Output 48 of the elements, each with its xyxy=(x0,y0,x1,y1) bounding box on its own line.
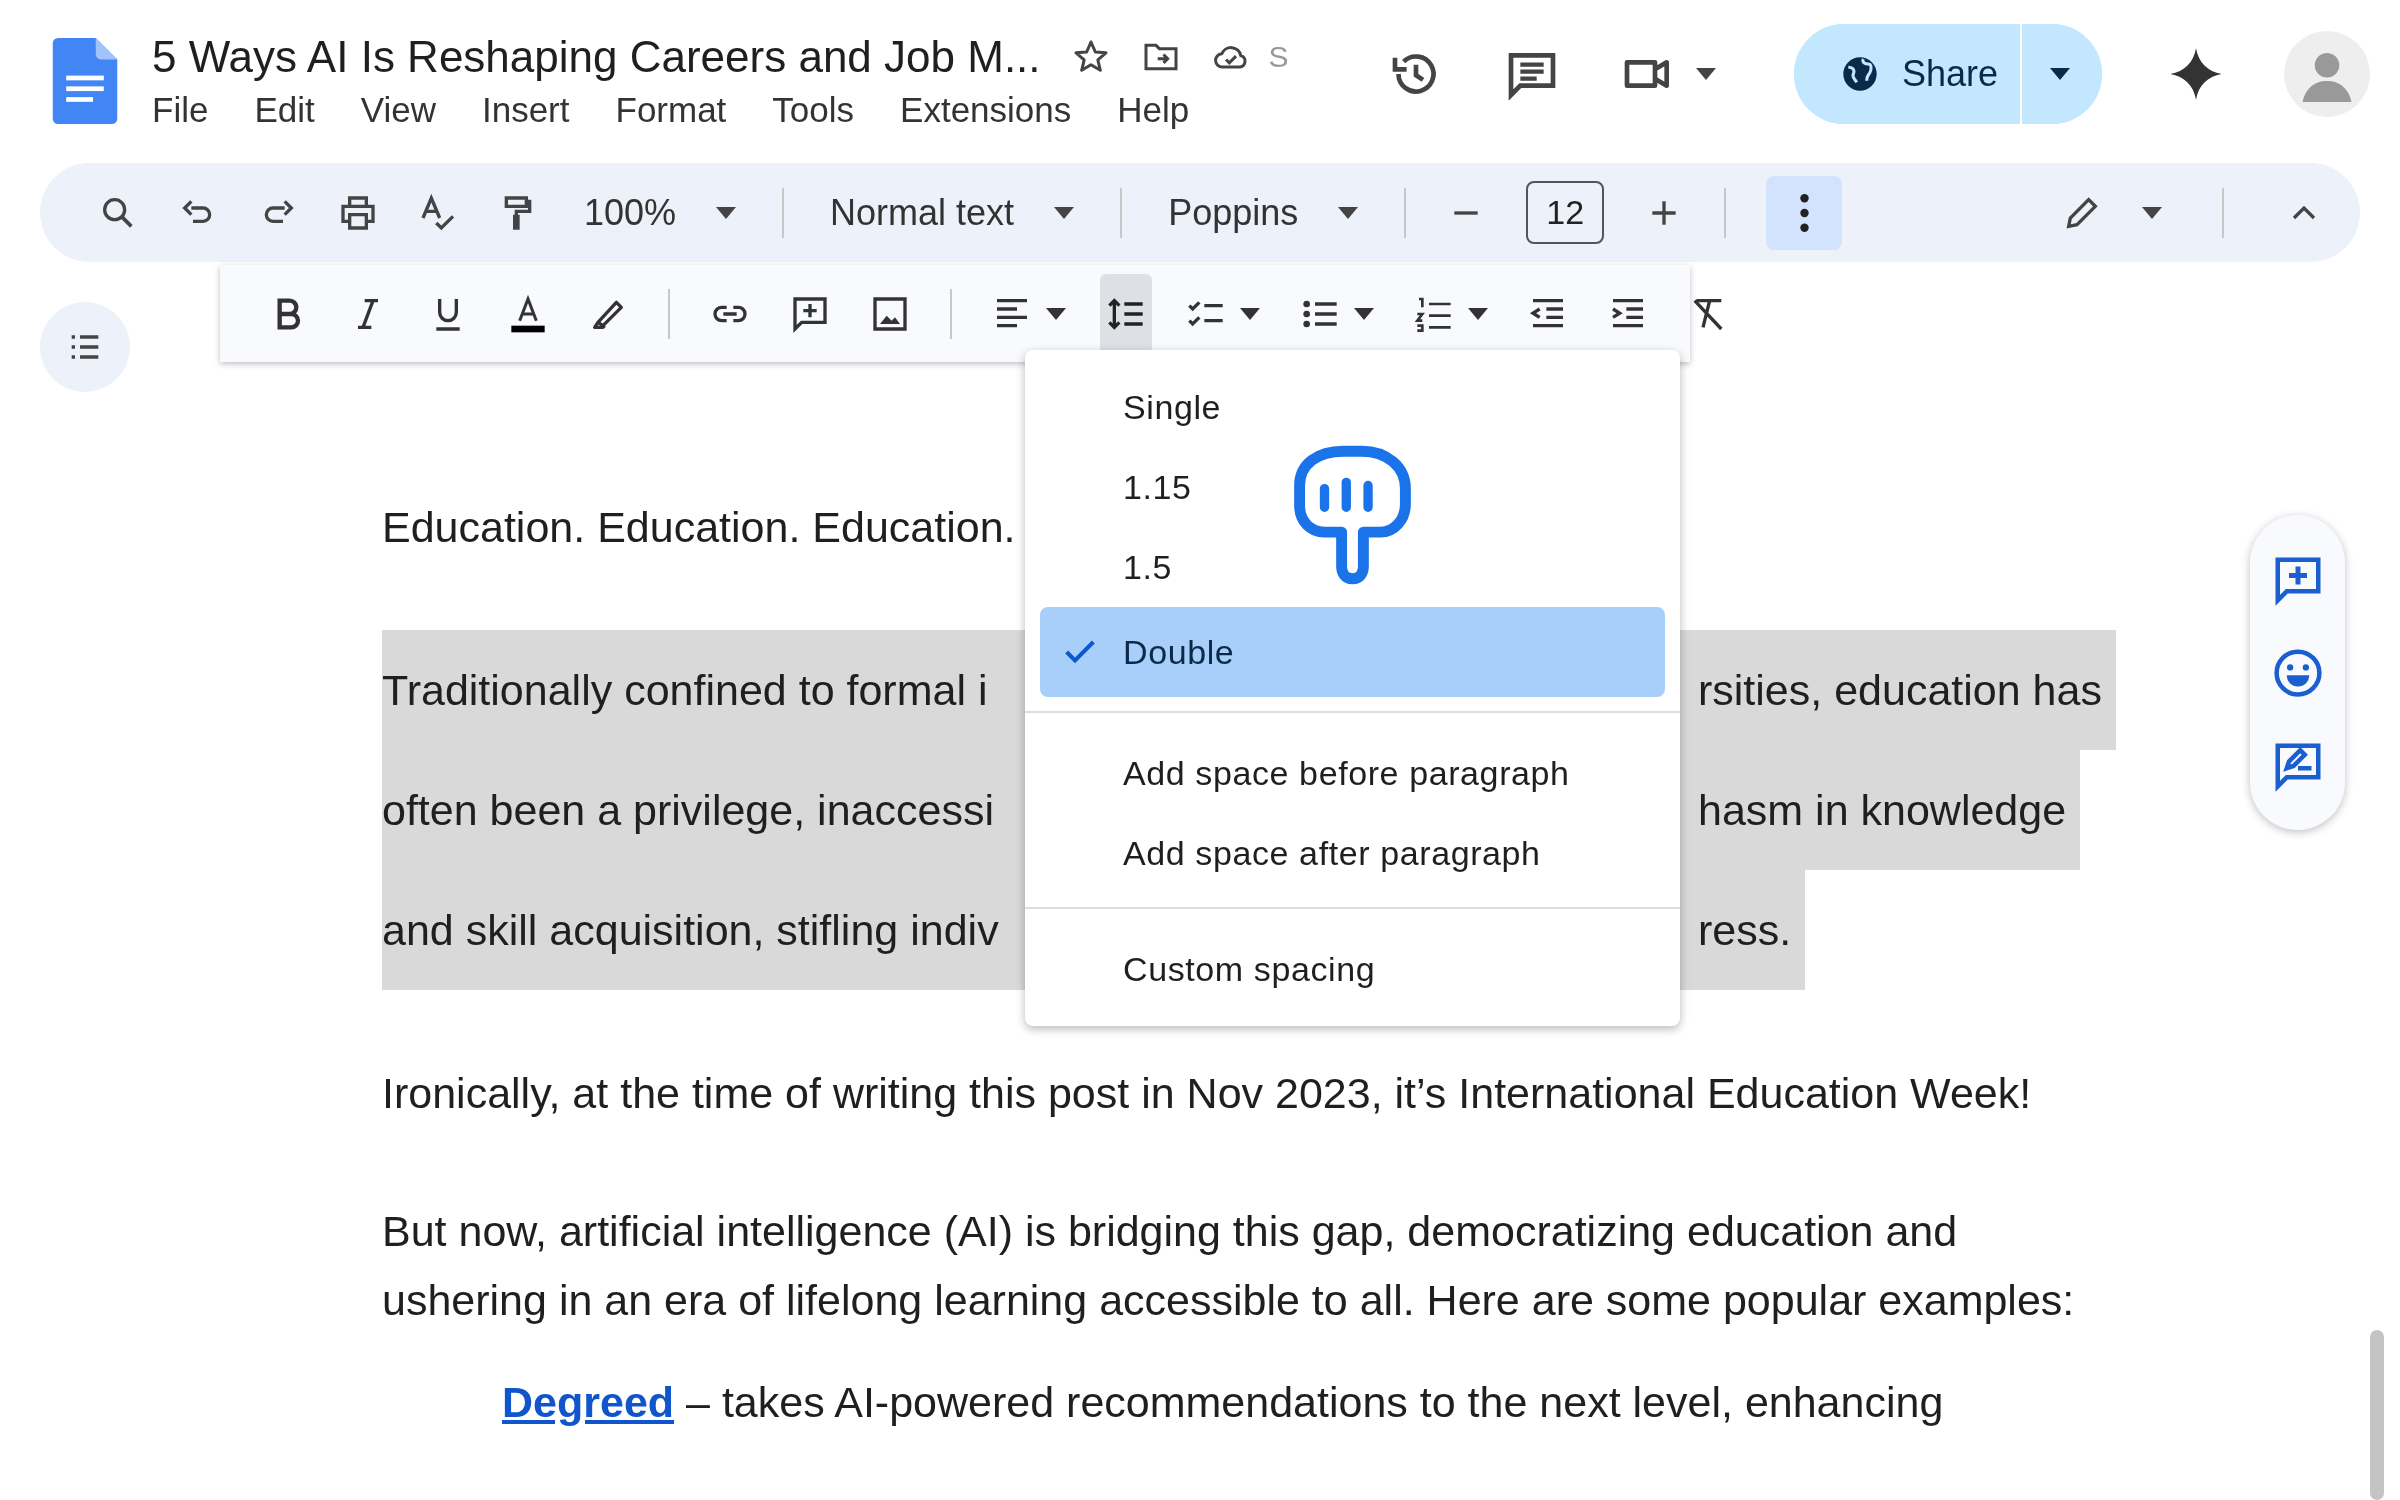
more-options-button[interactable] xyxy=(1766,175,1843,250)
text-line-end: rsities, education has xyxy=(1698,665,2102,715)
menu-item[interactable]: File xyxy=(152,90,209,130)
save-status: S xyxy=(1268,40,1289,74)
caret-icon[interactable] xyxy=(1046,307,1066,320)
font-dropdown[interactable]: Poppins xyxy=(1168,191,1359,234)
scrollbar-thumb[interactable] xyxy=(2370,1330,2384,1500)
menu-item[interactable]: Tools xyxy=(772,90,855,130)
menu-item[interactable]: Help xyxy=(1117,90,1190,130)
caret-icon[interactable] xyxy=(1354,307,1374,320)
more-vertical-icon xyxy=(1798,192,1810,233)
menu-option[interactable]: Single xyxy=(1025,367,1680,447)
paragraph: But now, artificial intelligence (AI) is bridging this gap, democratizing education and ushering in an era of lifelong learning accessible to all. Here are some popular examples: xyxy=(382,1206,2076,1326)
caret-icon xyxy=(1338,206,1359,219)
menu-option[interactable]: Double xyxy=(1040,607,1665,697)
menu-option[interactable]: Add space after paragraph xyxy=(1025,813,1680,893)
menu-item[interactable]: Insert xyxy=(481,90,570,130)
menu-option[interactable]: Custom spacing xyxy=(1025,929,1680,1009)
text-line-start: and skill acquisition, stifling indiv xyxy=(382,905,999,955)
menu-item[interactable]: Extensions xyxy=(900,90,1072,130)
caret-icon xyxy=(1054,206,1075,219)
text-line-end: ress. xyxy=(1698,905,1792,955)
font-size-field[interactable]: 12 xyxy=(1526,181,1605,244)
document-title[interactable]: 5 Ways AI Is Reshaping Careers and Job M... xyxy=(152,32,1041,82)
text-color-icon[interactable] xyxy=(508,293,548,334)
caret-icon xyxy=(2050,68,2070,80)
menu-option[interactable]: Add space before paragraph xyxy=(1025,733,1680,813)
menu-item[interactable]: Edit xyxy=(254,90,315,130)
caret-icon[interactable] xyxy=(1468,307,1488,320)
zoom-dropdown[interactable]: 100% xyxy=(584,191,737,234)
menu-item[interactable]: View xyxy=(360,90,436,130)
menu-option[interactable]: 1.5 xyxy=(1025,527,1680,607)
menu-option[interactable]: 1.15 xyxy=(1025,447,1680,527)
share-button[interactable]: Share xyxy=(1793,24,2022,124)
paragraph: Education. Education. Education. xyxy=(382,502,1017,553)
caret-icon[interactable] xyxy=(1240,307,1260,320)
menu-item[interactable]: Format xyxy=(615,90,727,130)
text-line-start: Traditionally confined to formal i xyxy=(382,665,988,715)
text-line-start: often been a privilege, inaccessi xyxy=(382,785,994,835)
caret-icon[interactable] xyxy=(1695,68,1716,80)
caret-icon[interactable] xyxy=(2142,206,2162,219)
caret-icon xyxy=(716,206,737,219)
paragraph: Ironically, at the time of writing this post in Nov 2023, it’s International Education Week! xyxy=(382,1068,2033,1119)
text-line-end: hasm in knowledge xyxy=(1698,785,2067,835)
list-item: Degreed – takes AI-powered recommendations to the next level, enhancing xyxy=(502,1377,1945,1427)
docs-logo-icon[interactable] xyxy=(52,38,118,124)
style-dropdown[interactable]: Normal text xyxy=(830,191,1075,234)
link[interactable]: Degreed xyxy=(502,1378,675,1426)
